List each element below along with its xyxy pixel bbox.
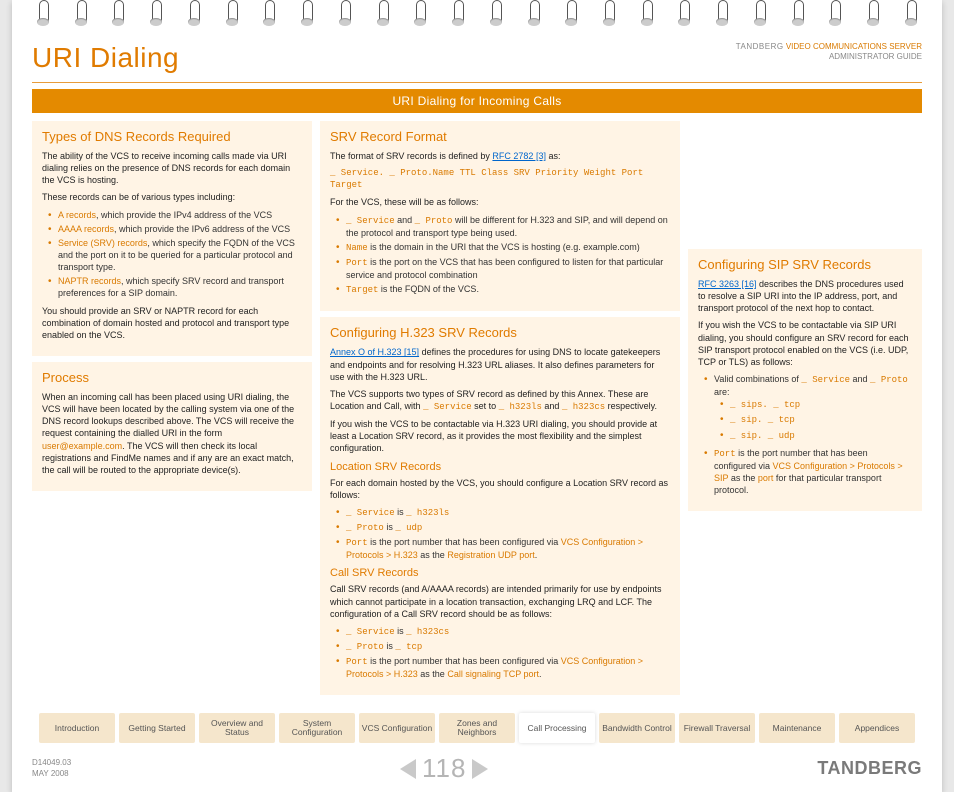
list-item: _ sip. _ tcp — [724, 413, 912, 426]
list-item: _ sip. _ udp — [724, 429, 912, 442]
bullet-list: A records, which provide the IPv4 addres… — [42, 209, 302, 300]
list-item: _ Proto is _ udp — [340, 521, 670, 534]
section-title: SRV Record Format — [330, 129, 670, 144]
body-text: The VCS supports two types of SRV record… — [330, 388, 670, 413]
list-item: _ Service and _ Proto will be different … — [340, 214, 670, 239]
body-text: You should provide an SRV or NAPTR recor… — [42, 305, 302, 341]
section-title: Types of DNS Records Required — [42, 129, 302, 144]
code-block: _ Service. _ Proto.Name TTL Class SRV Pr… — [330, 167, 670, 191]
pager: 118 — [400, 753, 488, 784]
nav-tabs: Introduction Getting Started Overview an… — [12, 707, 942, 753]
list-item: Port is the port number that has been co… — [708, 447, 912, 497]
rfc-link[interactable]: RFC 2782 [3] — [492, 151, 546, 161]
header-guide: ADMINISTRATOR GUIDE — [736, 52, 922, 62]
bullet-list: _ Service is _ h323ls _ Proto is _ udp P… — [330, 506, 670, 562]
rfc-link[interactable]: RFC 3263 [16] — [698, 279, 757, 289]
process-box: Process When an incoming call has been p… — [32, 362, 312, 491]
section-bar: URI Dialing for Incoming Calls — [32, 89, 922, 113]
subsection-title: Call SRV Records — [330, 567, 670, 579]
list-item: A records, which provide the IPv4 addres… — [52, 209, 302, 221]
page-number: 118 — [422, 753, 466, 784]
section-title: Configuring SIP SRV Records — [698, 257, 912, 272]
next-page-arrow-icon[interactable] — [472, 759, 488, 779]
section-title: Process — [42, 370, 302, 385]
body-text: Call SRV records (and A/AAAA records) ar… — [330, 583, 670, 619]
spiral-binding — [12, 0, 942, 38]
list-item: Valid combinations of _ Service and _ Pr… — [708, 373, 912, 442]
list-item: NAPTR records, which specify SRV record … — [52, 275, 302, 299]
h323-box: Configuring H.323 SRV Records Annex O of… — [320, 317, 680, 695]
list-item: Port is the port number that has been co… — [340, 655, 670, 680]
header-brand: TANDBERG — [736, 42, 784, 51]
body-text: These records can be of various types in… — [42, 191, 302, 203]
section-title: Configuring H.323 SRV Records — [330, 325, 670, 340]
prev-page-arrow-icon[interactable] — [400, 759, 416, 779]
document-page: URI Dialing TANDBERG VIDEO COMMUNICATION… — [12, 0, 942, 792]
body-text: If you wish the VCS to be contactable vi… — [698, 319, 912, 368]
list-item: _ Service is _ h323ls — [340, 506, 670, 519]
body-text: If you wish the VCS to be contactable vi… — [330, 418, 670, 454]
body-text: Annex O of H.323 [15] defines the proced… — [330, 346, 670, 382]
document-id: D14049.03 MAY 2008 — [32, 758, 71, 779]
body-text: The ability of the VCS to receive incomi… — [42, 150, 302, 186]
list-item: Target is the FQDN of the VCS. — [340, 283, 670, 296]
bullet-list: Valid combinations of _ Service and _ Pr… — [698, 373, 912, 496]
subsection-title: Location SRV Records — [330, 461, 670, 473]
page-header: URI Dialing TANDBERG VIDEO COMMUNICATION… — [32, 42, 922, 83]
list-item: Service (SRV) records, which specify the… — [52, 237, 302, 273]
list-item: _ sips. _ tcp — [724, 398, 912, 411]
bullet-list: _ Service and _ Proto will be different … — [330, 214, 670, 297]
footer-brand: TANDBERG — [817, 758, 922, 779]
body-text: RFC 3263 [16] describes the DNS procedur… — [698, 278, 912, 314]
sip-box: Configuring SIP SRV Records RFC 3263 [16… — [688, 249, 922, 511]
body-text: For each domain hosted by the VCS, you s… — [330, 477, 670, 501]
dns-records-box: Types of DNS Records Required The abilit… — [32, 121, 312, 356]
srv-format-box: SRV Record Format The format of SRV reco… — [320, 121, 680, 311]
header-meta: TANDBERG VIDEO COMMUNICATIONS SERVER ADM… — [736, 42, 922, 63]
list-item: AAAA records, which provide the IPv6 add… — [52, 223, 302, 235]
list-item: Name is the domain in the URI that the V… — [340, 241, 670, 254]
annex-link[interactable]: Annex O of H.323 [15] — [330, 347, 419, 357]
list-item: _ Proto is _ tcp — [340, 640, 670, 653]
list-item: Port is the port number that has been co… — [340, 536, 670, 561]
body-text: The format of SRV records is defined by … — [330, 150, 670, 162]
list-item: Port is the port on the VCS that has bee… — [340, 256, 670, 281]
list-item: _ Service is _ h323cs — [340, 625, 670, 638]
header-product: VIDEO COMMUNICATIONS SERVER — [786, 42, 922, 51]
bullet-list: _ Service is _ h323cs _ Proto is _ tcp P… — [330, 625, 670, 681]
page-title: URI Dialing — [32, 42, 179, 74]
page-footer: D14049.03 MAY 2008 118 TANDBERG — [12, 753, 942, 792]
body-text: When an incoming call has been placed us… — [42, 391, 302, 476]
body-text: For the VCS, these will be as follows: — [330, 196, 670, 208]
